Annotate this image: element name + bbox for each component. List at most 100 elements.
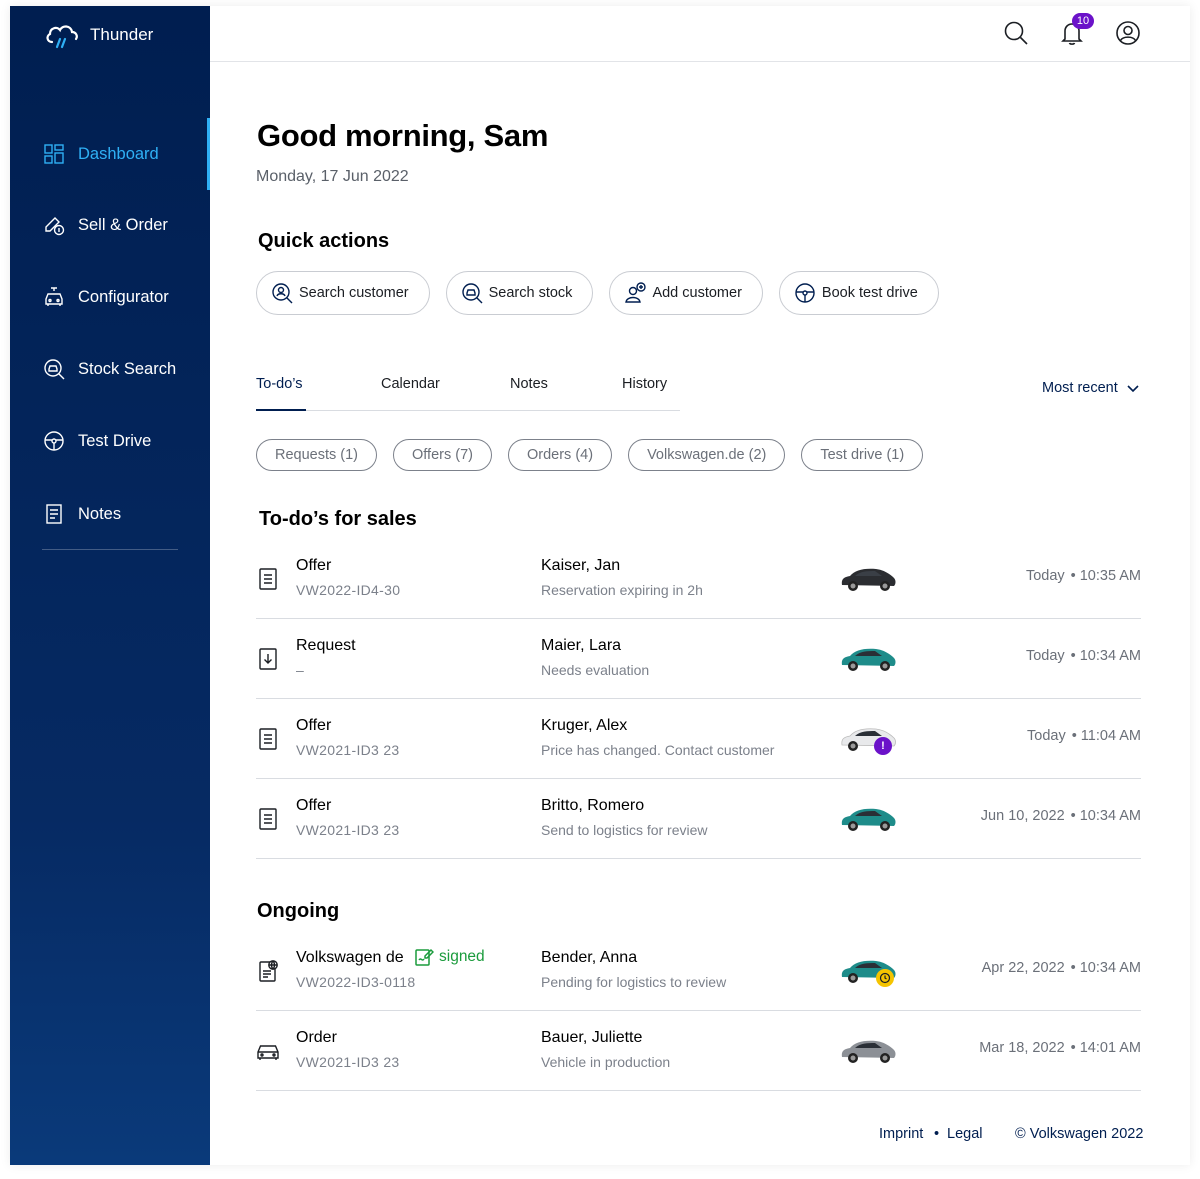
filter-chip-test-drive[interactable]: Test drive (1) (801, 439, 924, 471)
car-thumbnail-icon (841, 808, 896, 831)
sidebar-item-dashboard[interactable]: Dashboard (10, 118, 210, 190)
top-bar: 10 (210, 6, 1190, 62)
todo-time: Today • 11:04 AM (1027, 728, 1141, 744)
car-thumbnail-icon (841, 568, 896, 591)
todo-type: Request (296, 637, 356, 654)
search-button[interactable] (1003, 20, 1031, 48)
ongoing-clock: 14:01 AM (1079, 1040, 1141, 1056)
customer-name: Bender, Anna (541, 949, 638, 966)
signed-label: signed (439, 948, 485, 965)
car-configurator-icon (45, 287, 63, 306)
legal-link[interactable]: Legal (947, 1126, 982, 1142)
brand-name: Thunder (90, 25, 154, 44)
tab-calendar[interactable]: Calendar (381, 376, 440, 392)
sidebar-item-stock-search[interactable]: Stock Search (10, 347, 210, 391)
ongoing-reference: VW2021-ID3 23 (296, 1054, 400, 1070)
quick-actions-title: Quick actions (258, 230, 390, 252)
search-stock-icon (461, 283, 483, 304)
sidebar-item-label: Dashboard (78, 144, 159, 163)
imprint-link[interactable]: Imprint (879, 1126, 923, 1142)
todo-time: Today • 10:34 AM (1025, 648, 1141, 664)
tab-history[interactable]: History (622, 376, 667, 392)
todo-status: Send to logistics for review (541, 822, 708, 838)
account-button[interactable] (1115, 20, 1143, 48)
todo-row[interactable]: Request – Maier, Lara Needs evaluation T… (256, 619, 1141, 699)
steering-wheel-icon (44, 431, 64, 451)
todo-clock: 11:04 AM (1080, 728, 1141, 744)
download-document-icon (256, 647, 280, 671)
sidebar-item-sell-order[interactable]: Sell & Order (10, 203, 210, 247)
notifications-button[interactable]: 10 (1059, 13, 1094, 48)
todo-time: Today • 10:35 AM (1025, 568, 1141, 584)
document-icon (256, 567, 280, 591)
ongoing-type: Order (296, 1029, 337, 1046)
add-customer-label: Add customer (652, 285, 742, 301)
todos-section-title: To-do’s for sales (259, 508, 417, 530)
copyright: © Volkswagen 2022 (1015, 1126, 1144, 1142)
search-customer-label: Search customer (299, 285, 409, 301)
car-thumbnail-icon (841, 1040, 896, 1063)
todo-clock: 10:35 AM (1079, 568, 1141, 584)
user-account-icon (1116, 21, 1140, 45)
app-window: Thunder Dashboard Sell & Order Configura… (10, 6, 1190, 1165)
todo-day: Jun 10, 2022 (980, 808, 1065, 824)
ongoing-row[interactable]: Order VW2021-ID3 23 Bauer, Juliette Vehi… (256, 1011, 1141, 1091)
ongoing-section-title: Ongoing (257, 900, 340, 922)
pending-clock-badge (876, 969, 894, 987)
sort-label: Most recent (1042, 380, 1118, 396)
steering-wheel-icon (795, 283, 815, 303)
todo-reference: VW2021-ID3 23 (296, 742, 400, 758)
cloud-logo-icon (46, 25, 78, 49)
filter-chip-orders[interactable]: Orders (4) (507, 439, 613, 471)
filter-chip-volkswagen-de[interactable]: Volkswagen.de (2) (628, 439, 786, 471)
todo-reference: – (296, 662, 305, 678)
signed-status: signed (414, 947, 485, 967)
sidebar-item-notes[interactable]: Notes (10, 492, 210, 536)
ongoing-day: Mar 18, 2022 (979, 1040, 1065, 1056)
customer-name: Maier, Lara (541, 637, 622, 654)
sidebar-item-test-drive[interactable]: Test Drive (10, 419, 210, 463)
todo-type: Offer (296, 717, 332, 734)
sidebar-item-label: Notes (78, 504, 122, 523)
todo-day: Today (1027, 728, 1066, 744)
sidebar-item-label: Test Drive (78, 431, 152, 450)
todo-row[interactable]: Offer VW2021-ID3 23 Kruger, Alex Price h… (256, 699, 1141, 779)
book-test-drive-button[interactable]: Book test drive (778, 271, 939, 315)
tab-bar: To-do’s Calendar Notes History (256, 362, 680, 411)
ongoing-time: Mar 18, 2022 • 14:01 AM (979, 1040, 1141, 1056)
tab-notes[interactable]: Notes (510, 376, 548, 392)
search-customer-button[interactable]: Search customer (256, 271, 430, 315)
sort-dropdown[interactable]: Most recent (1042, 380, 1140, 396)
todo-day: Today (1025, 568, 1065, 584)
brand[interactable]: Thunder (44, 20, 153, 50)
sidebar: Thunder Dashboard Sell & Order Configura… (10, 6, 210, 1165)
search-stock-label: Search stock (488, 285, 573, 301)
sell-order-icon (45, 217, 65, 236)
ongoing-row[interactable]: Volkswagen de signed VW2022-ID3-0118 Ben… (256, 931, 1141, 1011)
ongoing-day: Apr 22, 2022 (981, 960, 1065, 976)
chevron-down-icon (1127, 385, 1139, 393)
web-document-icon (256, 959, 280, 983)
customer-name: Bauer, Juliette (541, 1029, 643, 1046)
footer-separator: • (934, 1126, 940, 1142)
todo-row[interactable]: Offer VW2021-ID3 23 Britto, Romero Send … (256, 779, 1141, 859)
clock-icon (879, 972, 891, 984)
sidebar-item-label: Stock Search (78, 359, 177, 378)
add-customer-button[interactable]: Add customer (609, 271, 763, 315)
search-icon (1004, 21, 1028, 45)
todo-time: Jun 10, 2022 • 10:34 AM (980, 808, 1141, 824)
tab-todos[interactable]: To-do’s (256, 376, 302, 392)
filter-chips: Requests (1) Offers (7) Orders (4) Volks… (256, 439, 924, 471)
car-thumbnail-icon (841, 648, 896, 671)
todo-row[interactable]: Offer VW2022-ID4-30 Kaiser, Jan Reservat… (256, 539, 1141, 619)
todo-clock: 10:34 AM (1079, 808, 1141, 824)
sidebar-item-configurator[interactable]: Configurator (10, 275, 210, 319)
current-date: Monday, 17 Jun 2022 (256, 168, 409, 185)
filter-chip-requests[interactable]: Requests (1) (256, 439, 378, 471)
search-stock-button[interactable]: Search stock (445, 271, 594, 315)
quick-actions: Search customer Search stock Add custome… (256, 271, 939, 315)
add-customer-icon (625, 282, 647, 303)
filter-chip-offers[interactable]: Offers (7) (393, 439, 492, 471)
stock-search-icon (44, 359, 65, 380)
todo-day: Today (1025, 648, 1065, 664)
